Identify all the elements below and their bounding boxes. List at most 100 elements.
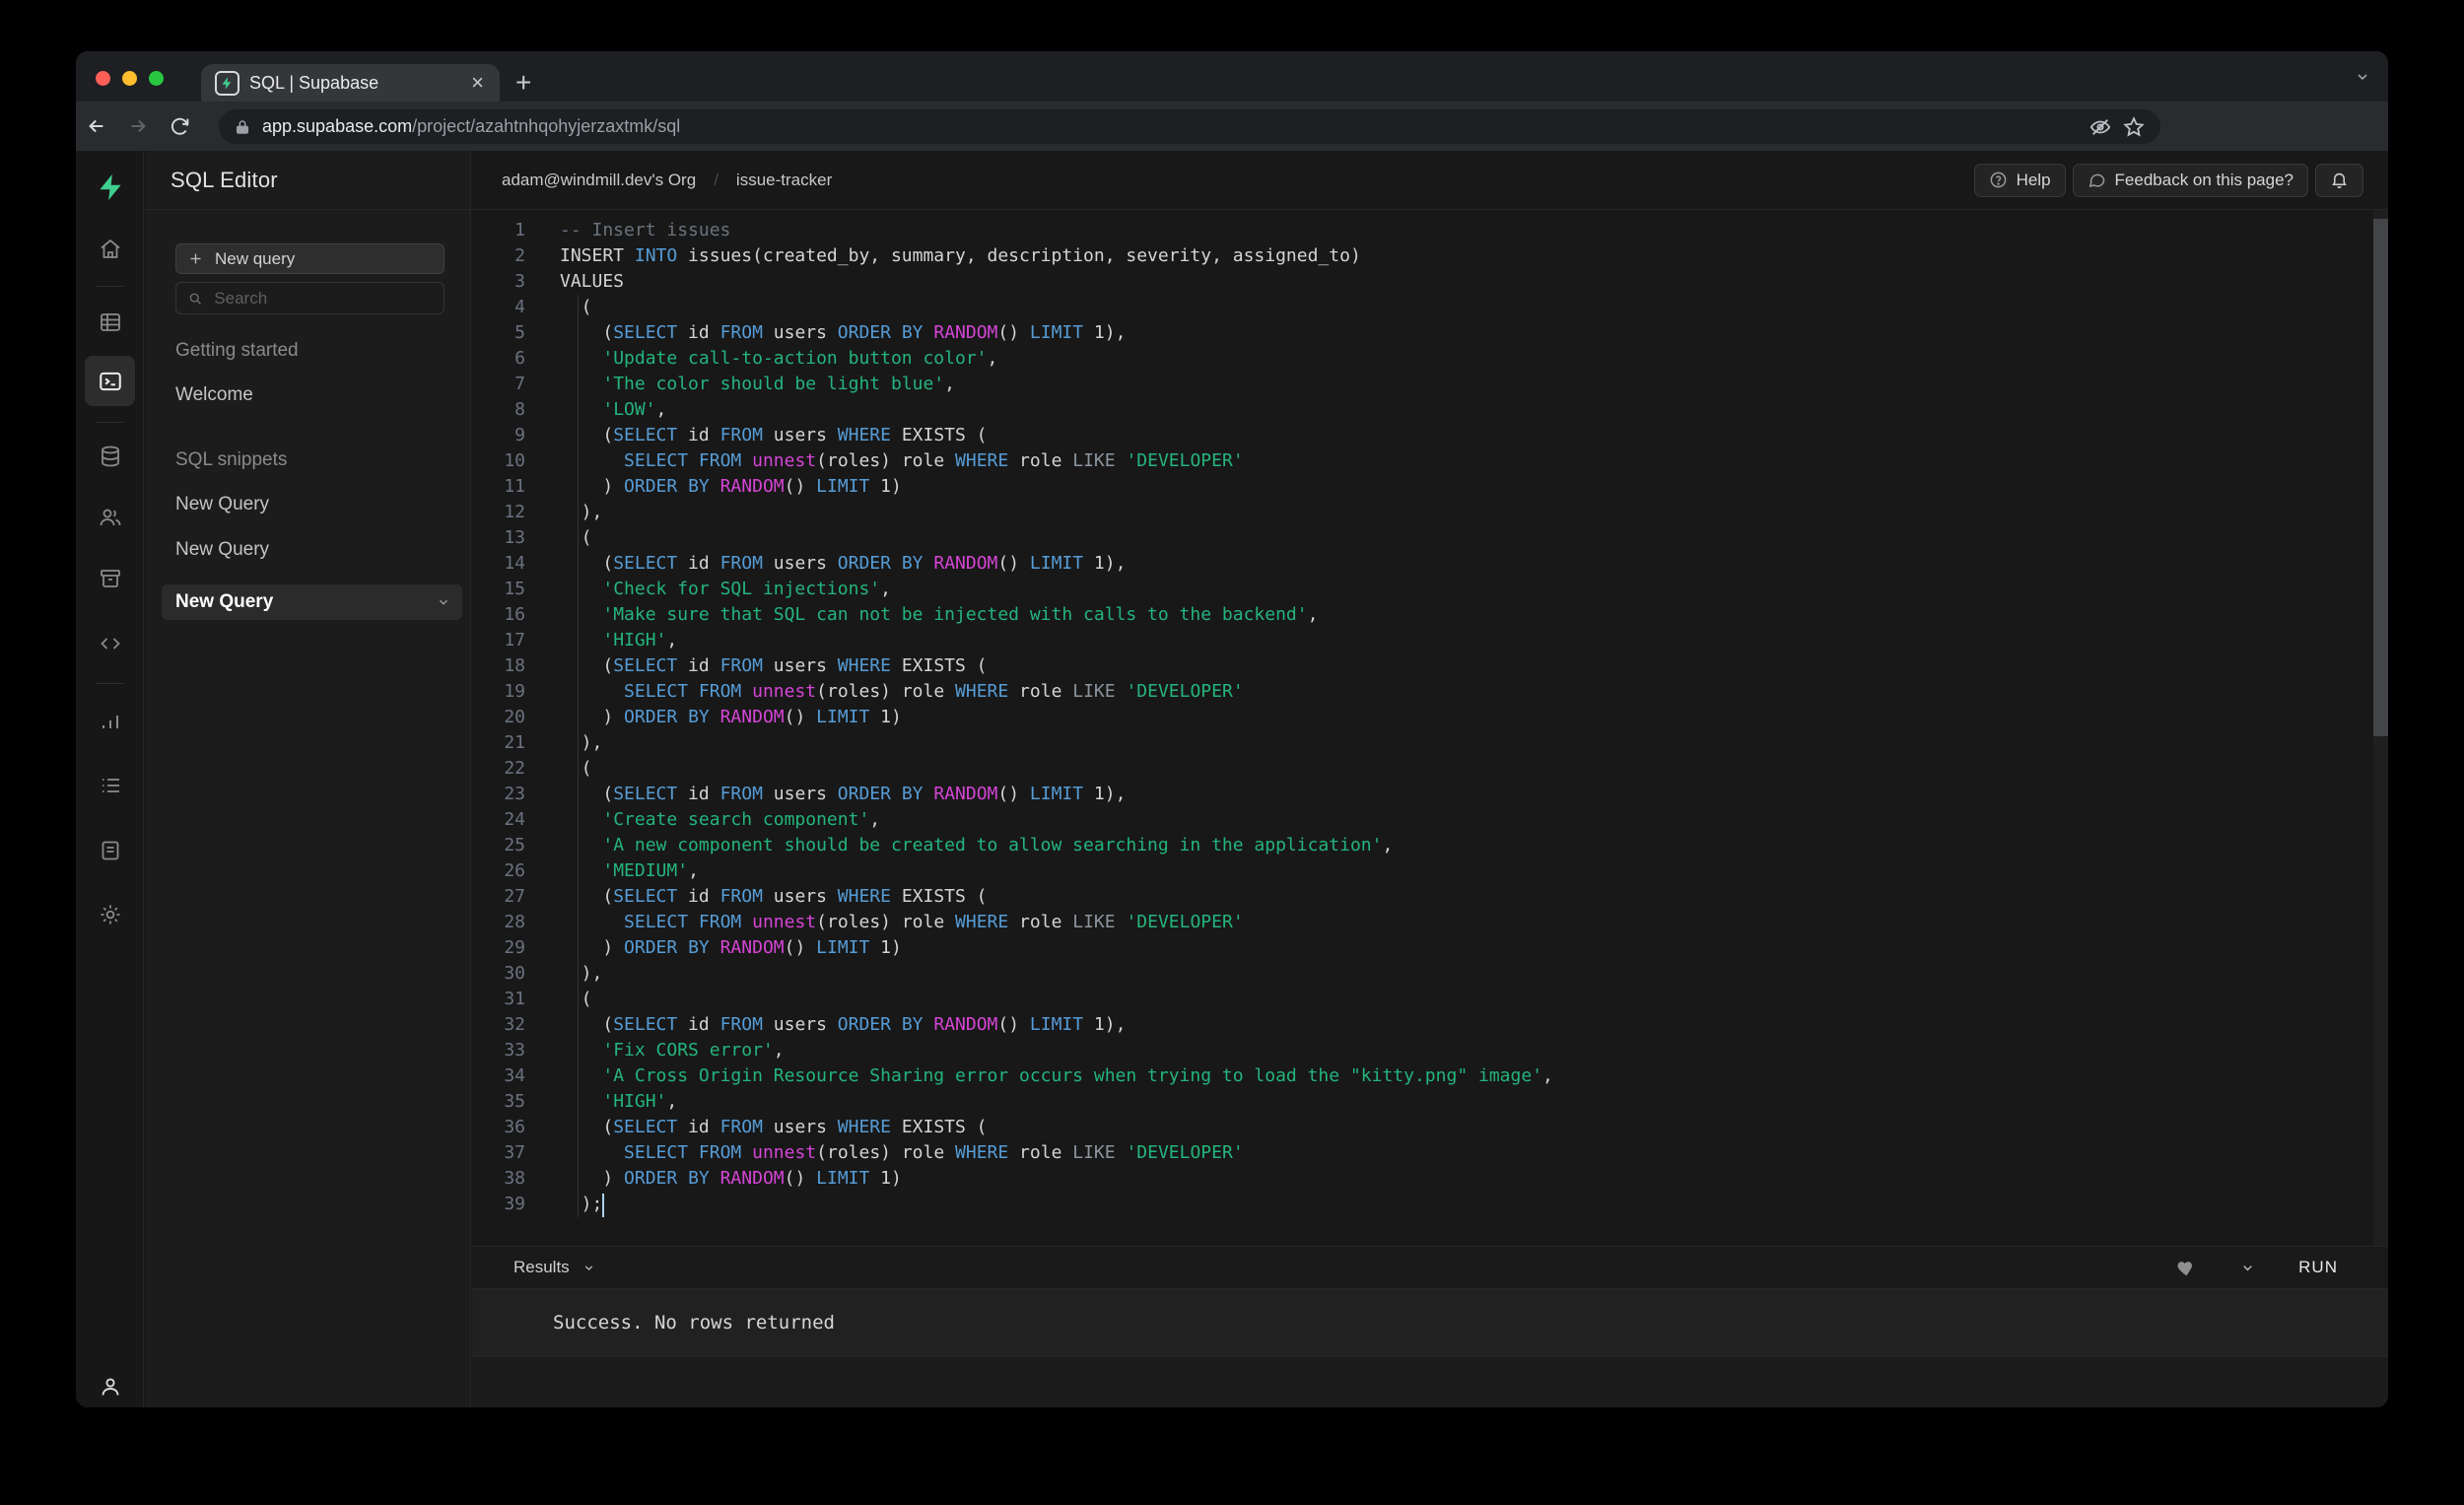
- sql-editor-terminal-icon[interactable]: [85, 356, 135, 406]
- code-line[interactable]: 5 (SELECT id FROM users ORDER BY RANDOM(…: [472, 320, 2388, 346]
- code-line[interactable]: 27 (SELECT id FROM users WHERE EXISTS (: [472, 884, 2388, 910]
- url-bar[interactable]: app.supabase.com/project/azahtnhqohyjerz…: [219, 109, 2160, 144]
- code-line[interactable]: 25 'A new component should be created to…: [472, 833, 2388, 858]
- code-line[interactable]: 1 -- Insert issues: [472, 218, 2388, 243]
- code-text: SELECT FROM unnest(roles) role WHERE rol…: [624, 912, 1244, 932]
- eye-off-icon[interactable]: [2089, 116, 2111, 138]
- supabase-app: SQL Editor New query Getting started Welc…: [76, 151, 2388, 1407]
- code-line[interactable]: 38 ) ORDER BY RANDOM() LIMIT 1): [472, 1166, 2388, 1192]
- account-icon[interactable]: [76, 1375, 144, 1399]
- auth-users-icon[interactable]: [76, 506, 144, 529]
- breadcrumb: adam@windmill.dev's Org / issue-tracker: [502, 171, 832, 190]
- database-icon[interactable]: [76, 445, 144, 468]
- code-line[interactable]: 28 SELECT FROM unnest(roles) role WHERE …: [472, 910, 2388, 935]
- code-line[interactable]: 18 (SELECT id FROM users WHERE EXISTS (: [472, 653, 2388, 679]
- code-line[interactable]: 36 (SELECT id FROM users WHERE EXISTS (: [472, 1115, 2388, 1140]
- sidebar-item-new-query[interactable]: New Query: [175, 539, 462, 561]
- table-editor-icon[interactable]: [76, 310, 144, 334]
- forward-icon[interactable]: [117, 115, 159, 137]
- settings-gear-icon[interactable]: [76, 903, 144, 926]
- home-icon[interactable]: [76, 238, 144, 261]
- supabase-logo[interactable]: [76, 172, 144, 202]
- code-line[interactable]: 16 'Make sure that SQL can not be inject…: [472, 602, 2388, 628]
- code-line[interactable]: 39 );: [472, 1192, 2388, 1217]
- reports-icon[interactable]: [76, 710, 144, 733]
- star-icon[interactable]: [2123, 115, 2145, 138]
- code-line[interactable]: 33 'Fix CORS error',: [472, 1038, 2388, 1063]
- logs-icon[interactable]: [76, 774, 144, 797]
- breadcrumb-project[interactable]: issue-tracker: [736, 171, 832, 190]
- code-line[interactable]: 2 INSERT INTO issues(created_by, summary,…: [472, 243, 2388, 269]
- code-line[interactable]: 12 ),: [472, 500, 2388, 525]
- rail-divider: [96, 422, 124, 423]
- search-input[interactable]: [214, 288, 432, 308]
- code-line[interactable]: 31 (: [472, 987, 2388, 1012]
- code-line[interactable]: 34 'A Cross Origin Resource Sharing erro…: [472, 1063, 2388, 1089]
- tab-overflow-chevron-icon[interactable]: [2355, 69, 2370, 85]
- code-line[interactable]: 8 'LOW',: [472, 397, 2388, 423]
- help-button[interactable]: Help: [1973, 163, 2066, 197]
- code-line[interactable]: 22 (: [472, 756, 2388, 782]
- search-icon: [189, 293, 201, 305]
- sidebar-item-new-query[interactable]: New Query: [175, 494, 462, 515]
- code-text: 'A Cross Origin Resource Sharing error o…: [602, 1065, 1553, 1086]
- results-pane: Success. No rows returned: [472, 1289, 2388, 1356]
- code-line[interactable]: 13 (: [472, 525, 2388, 551]
- code-line[interactable]: 17 'HIGH',: [472, 628, 2388, 653]
- new-tab-plus-icon[interactable]: +: [515, 69, 531, 97]
- zoom-window-button[interactable]: [149, 71, 164, 86]
- run-button[interactable]: RUN: [2298, 1258, 2338, 1277]
- code-icon[interactable]: [76, 632, 144, 655]
- code-text: INSERT INTO issues(created_by, summary, …: [560, 245, 1361, 266]
- browser-tab[interactable]: SQL | Supabase ×: [201, 64, 500, 102]
- feedback-button[interactable]: Feedback on this page?: [2072, 163, 2308, 197]
- dropdown-chevron-icon[interactable]: [2240, 1261, 2255, 1275]
- tab-close-icon[interactable]: ×: [469, 72, 486, 94]
- code-line[interactable]: 19 SELECT FROM unnest(roles) role WHERE …: [472, 679, 2388, 705]
- notifications-button[interactable]: [2315, 163, 2363, 197]
- code-line[interactable]: 30 ),: [472, 961, 2388, 987]
- reload-icon[interactable]: [159, 116, 200, 137]
- code-line[interactable]: 21 ),: [472, 730, 2388, 756]
- new-query-button[interactable]: New query: [175, 243, 445, 274]
- code-line[interactable]: 4 (: [472, 295, 2388, 320]
- code-line[interactable]: 15 'Check for SQL injections',: [472, 577, 2388, 602]
- search-box[interactable]: [175, 282, 445, 314]
- code-line[interactable]: 35 'HIGH',: [472, 1089, 2388, 1115]
- code-line[interactable]: 11 ) ORDER BY RANDOM() LIMIT 1): [472, 474, 2388, 500]
- code-line[interactable]: 14 (SELECT id FROM users ORDER BY RANDOM…: [472, 551, 2388, 577]
- sql-code-editor[interactable]: 1 -- Insert issues 2 INSERT INTO issues(cre…: [472, 210, 2388, 1246]
- minimize-window-button[interactable]: [122, 71, 137, 86]
- editor-scrollbar-thumb[interactable]: [2373, 219, 2388, 736]
- code-line[interactable]: 10 SELECT FROM unnest(roles) role WHERE …: [472, 448, 2388, 474]
- sidebar-item-welcome[interactable]: Welcome: [175, 384, 462, 406]
- code-line[interactable]: 7 'The color should be light blue',: [472, 372, 2388, 397]
- url-path: /project/azahtnhqohyjerzaxtmk/sql: [412, 116, 681, 136]
- code-line[interactable]: 26 'MEDIUM',: [472, 858, 2388, 884]
- code-line[interactable]: 32 (SELECT id FROM users ORDER BY RANDOM…: [472, 1012, 2388, 1038]
- editor-scrollbar[interactable]: [2373, 210, 2388, 1246]
- code-line[interactable]: 20 ) ORDER BY RANDOM() LIMIT 1): [472, 705, 2388, 730]
- heart-icon[interactable]: [2176, 1258, 2197, 1278]
- code-line[interactable]: 29 ) ORDER BY RANDOM() LIMIT 1): [472, 935, 2388, 961]
- code-line[interactable]: 24 'Create search component',: [472, 807, 2388, 833]
- code-line[interactable]: 3 VALUES: [472, 269, 2388, 295]
- main-panel: adam@windmill.dev's Org / issue-tracker …: [472, 151, 2388, 1407]
- code-line[interactable]: 23 (SELECT id FROM users ORDER BY RANDOM…: [472, 782, 2388, 807]
- close-window-button[interactable]: [96, 71, 110, 86]
- code-text: (SELECT id FROM users ORDER BY RANDOM() …: [560, 553, 1127, 574]
- storage-icon[interactable]: [76, 567, 144, 590]
- sidebar-item-new-query[interactable]: New Query: [162, 584, 462, 620]
- section-label: Getting started: [175, 340, 299, 361]
- line-number: 11: [504, 476, 525, 497]
- line-number: 29: [504, 937, 525, 958]
- breadcrumb-org[interactable]: adam@windmill.dev's Org: [502, 171, 696, 190]
- results-dropdown[interactable]: Results: [513, 1258, 595, 1277]
- docs-icon[interactable]: [76, 839, 144, 862]
- line-number: 20: [504, 707, 525, 727]
- code-line[interactable]: 6 'Update call-to-action button color',: [472, 346, 2388, 372]
- code-text: 'LOW',: [602, 399, 667, 420]
- code-line[interactable]: 9 (SELECT id FROM users WHERE EXISTS (: [472, 423, 2388, 448]
- code-line[interactable]: 37 SELECT FROM unnest(roles) role WHERE …: [472, 1140, 2388, 1166]
- back-icon[interactable]: [76, 115, 117, 137]
